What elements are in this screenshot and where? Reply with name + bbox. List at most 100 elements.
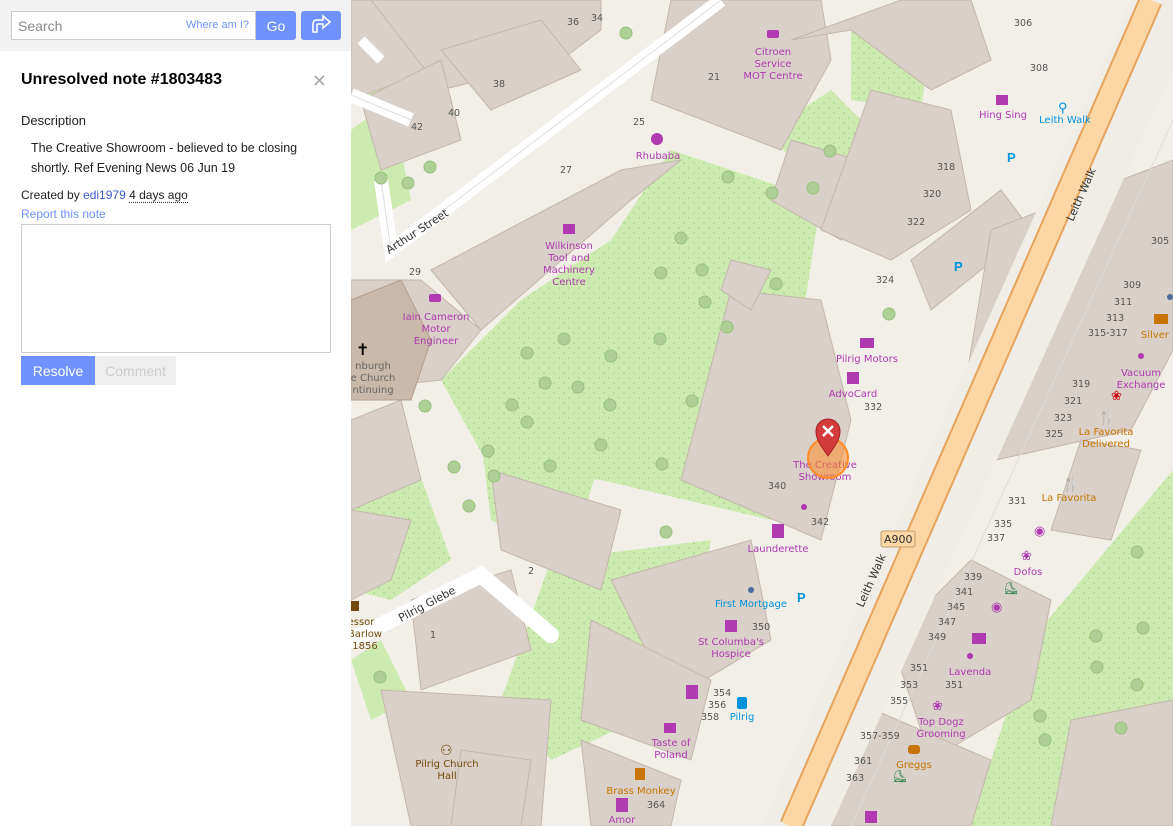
search-input[interactable] [12, 12, 188, 39]
report-note-link[interactable]: Report this note [21, 207, 331, 221]
place-of-worship-icon[interactable]: ✝ [356, 342, 369, 359]
poi-label-amor[interactable]: Amor [609, 815, 637, 826]
hardware-shop-icon[interactable] [563, 224, 575, 234]
house-number: 339 [964, 572, 982, 583]
poi-label-first-mortgage[interactable]: First Mortgage [715, 599, 787, 610]
poi-label-pilrig-motors[interactable]: Pilrig Motors [836, 354, 898, 365]
house-number: 351 [945, 680, 963, 691]
house-number: 340 [768, 481, 786, 492]
parking-bicycle-icon[interactable]: P [954, 259, 963, 274]
shoe-icon[interactable]: ⛸ [892, 769, 907, 783]
directions-icon [312, 14, 332, 33]
house-number: 25 [633, 117, 645, 128]
clothes-icon[interactable] [1154, 314, 1168, 324]
poi-label-la-favorita-delivered[interactable]: La Favorita Delivered [1079, 427, 1134, 450]
house-number: 27 [560, 165, 572, 176]
eye-icon[interactable]: ◉ [991, 599, 1002, 614]
sidebar: Where am I? Go Unresolved note #1803483 … [0, 0, 351, 826]
shop-icon[interactable] [801, 504, 807, 510]
comment-textarea[interactable] [21, 224, 331, 353]
clothes-icon[interactable] [865, 811, 877, 823]
nightclub-icon[interactable] [686, 685, 698, 699]
parking-bicycle-icon[interactable]: P [1007, 150, 1016, 165]
laundry-icon[interactable] [772, 524, 784, 538]
map[interactable]: Arthur Street Pilrig Glebe Leith Walk Le… [351, 0, 1173, 826]
comment-button[interactable]: Comment [95, 356, 176, 385]
car-repair-icon[interactable] [429, 294, 441, 302]
poi-label-launderette[interactable]: Launderette [748, 544, 809, 555]
car-shop-icon[interactable] [860, 338, 874, 348]
basket-icon[interactable] [996, 95, 1008, 105]
house-number: 308 [1030, 63, 1048, 74]
road-ref-shield: A900 [880, 530, 916, 548]
house-number: 350 [752, 622, 770, 633]
go-button[interactable]: Go [256, 11, 296, 40]
search-bar: Where am I? Go [0, 0, 351, 51]
bakery-icon[interactable] [908, 745, 920, 754]
office-icon[interactable] [748, 587, 754, 593]
house-number: 356 [708, 700, 726, 711]
note-description: The Creative Showroom - believed to be c… [31, 141, 298, 175]
nightclub-icon[interactable] [616, 798, 628, 812]
poi-label-top-dogz[interactable]: Top Dogz Grooming [916, 717, 965, 740]
eye-icon[interactable]: ◉ [1034, 523, 1045, 538]
house-number: 361 [854, 756, 872, 767]
house-number: 342 [811, 517, 829, 528]
house-number: 335 [994, 519, 1012, 530]
house-number: 337 [987, 533, 1005, 544]
car-repair-icon[interactable] [767, 30, 779, 38]
resolve-button[interactable]: Resolve [21, 356, 95, 385]
poi-label-rhubaba[interactable]: Rhubaba [636, 151, 681, 162]
shop-icon[interactable] [967, 653, 973, 659]
museum-icon[interactable] [351, 601, 359, 611]
restaurant-icon[interactable]: 🍴 [1062, 476, 1079, 493]
search-field: Where am I? [11, 11, 256, 40]
map-canvas[interactable]: Arthur Street Pilrig Glebe Leith Walk Le… [351, 0, 1173, 826]
bicycle-rental-icon[interactable]: ⚲ [1058, 100, 1068, 115]
poi-label-church[interactable]: nburgh e Church ntinuing [351, 361, 395, 396]
house-number: 315-317 [1088, 328, 1128, 339]
road-ref-a900: A900 [884, 533, 913, 546]
poi-label-la-favorita[interactable]: La Favorita [1042, 493, 1097, 504]
poi-label-taste-of-poland[interactable]: Taste of Poland [651, 738, 691, 761]
house-number: 319 [1072, 379, 1090, 390]
house-number: 318 [937, 162, 955, 173]
poi-label-leith-walk-bikes[interactable]: Leith Walk [1039, 115, 1091, 126]
pet-icon[interactable]: ❀ [932, 698, 943, 713]
house-number: 309 [1123, 280, 1141, 291]
poi-label-brass-monkey[interactable]: Brass Monkey [606, 786, 675, 797]
poi-label-greggs[interactable]: Greggs [896, 760, 932, 771]
poi-label-dofos[interactable]: Dofos [1014, 567, 1043, 578]
poi-label-lavenda[interactable]: Lavenda [949, 667, 992, 678]
house-number: 311 [1114, 297, 1132, 308]
where-am-i-link[interactable]: Where am I? [186, 19, 249, 31]
close-icon[interactable]: ✕ [312, 71, 327, 92]
art-gallery-icon[interactable] [651, 133, 663, 145]
poi-label-hing-sing[interactable]: Hing Sing [979, 110, 1027, 121]
poi-label-silver[interactable]: Silver Bo [1141, 330, 1173, 341]
shop-bag-icon[interactable] [847, 372, 859, 384]
user-link[interactable]: edi1979 [83, 188, 126, 202]
book-icon[interactable] [972, 633, 986, 644]
house-number: 34 [591, 13, 603, 24]
shop-icon[interactable] [1138, 353, 1144, 359]
directions-button[interactable] [301, 11, 341, 40]
shop-icon[interactable] [1167, 294, 1173, 300]
bar-icon[interactable] [635, 768, 645, 780]
note-buttons: Resolve Comment [21, 356, 331, 385]
shoe-icon[interactable]: ⛸ [1003, 581, 1018, 595]
poi-label-advocard[interactable]: AdvoCard [829, 389, 877, 400]
house-number: 351 [910, 663, 928, 674]
pet-icon[interactable]: ❀ [1021, 548, 1032, 563]
house-number: 322 [907, 217, 925, 228]
restaurant-icon[interactable]: 🍴 [1098, 409, 1115, 426]
poi-label-pilrig-stop[interactable]: Pilrig [730, 712, 755, 723]
poi-label-vacuum[interactable]: Vacuum Exchange [1117, 368, 1166, 391]
description-heading: Description [21, 113, 87, 128]
house-number: 364 [647, 800, 665, 811]
shop-basket-icon[interactable] [664, 723, 676, 733]
community-centre-icon[interactable]: ⚇ [440, 742, 453, 758]
parking-bicycle-icon[interactable]: P [797, 590, 806, 605]
bus-stop-icon[interactable] [737, 697, 747, 709]
charity-icon[interactable] [725, 620, 737, 632]
